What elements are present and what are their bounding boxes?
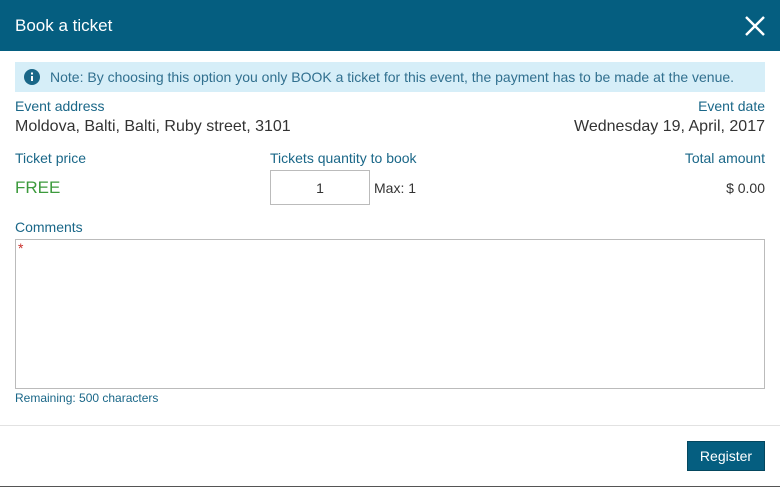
quantity-label: Tickets quantity to book	[270, 150, 417, 166]
book-ticket-dialog: Book a ticket Note: By choosing this opt…	[0, 0, 780, 487]
ticket-price-label: Ticket price	[15, 150, 87, 166]
comments-label: Comments	[15, 219, 83, 235]
register-button[interactable]: Register	[687, 441, 765, 471]
event-address-value: Moldova, Balti, Balti, Ruby street, 3101	[15, 118, 291, 135]
total-amount-label: Total amount	[684, 150, 765, 166]
event-address-label: Event address	[15, 98, 105, 114]
required-marker: *	[18, 240, 24, 256]
close-button[interactable]	[742, 13, 768, 39]
event-date-value: Wednesday 19, April, 2017	[574, 118, 765, 135]
dialog-title: Book a ticket	[15, 16, 113, 35]
booking-note: Note: By choosing this option you only B…	[15, 62, 765, 92]
total-amount-value: $ 0.00	[726, 180, 765, 196]
close-icon	[745, 16, 765, 36]
note-text: Note: By choosing this option you only B…	[50, 69, 735, 85]
comments-textarea[interactable]	[15, 239, 765, 389]
ticket-price-value: FREE	[15, 178, 61, 197]
info-icon	[24, 69, 40, 85]
event-date-label: Event date	[698, 98, 765, 114]
max-quantity-text: Max: 1	[374, 180, 417, 196]
remaining-characters: Remaining: 500 characters	[15, 391, 159, 405]
footer-divider	[0, 425, 780, 426]
quantity-input[interactable]	[270, 170, 370, 205]
dialog-header: Book a ticket	[0, 0, 780, 51]
